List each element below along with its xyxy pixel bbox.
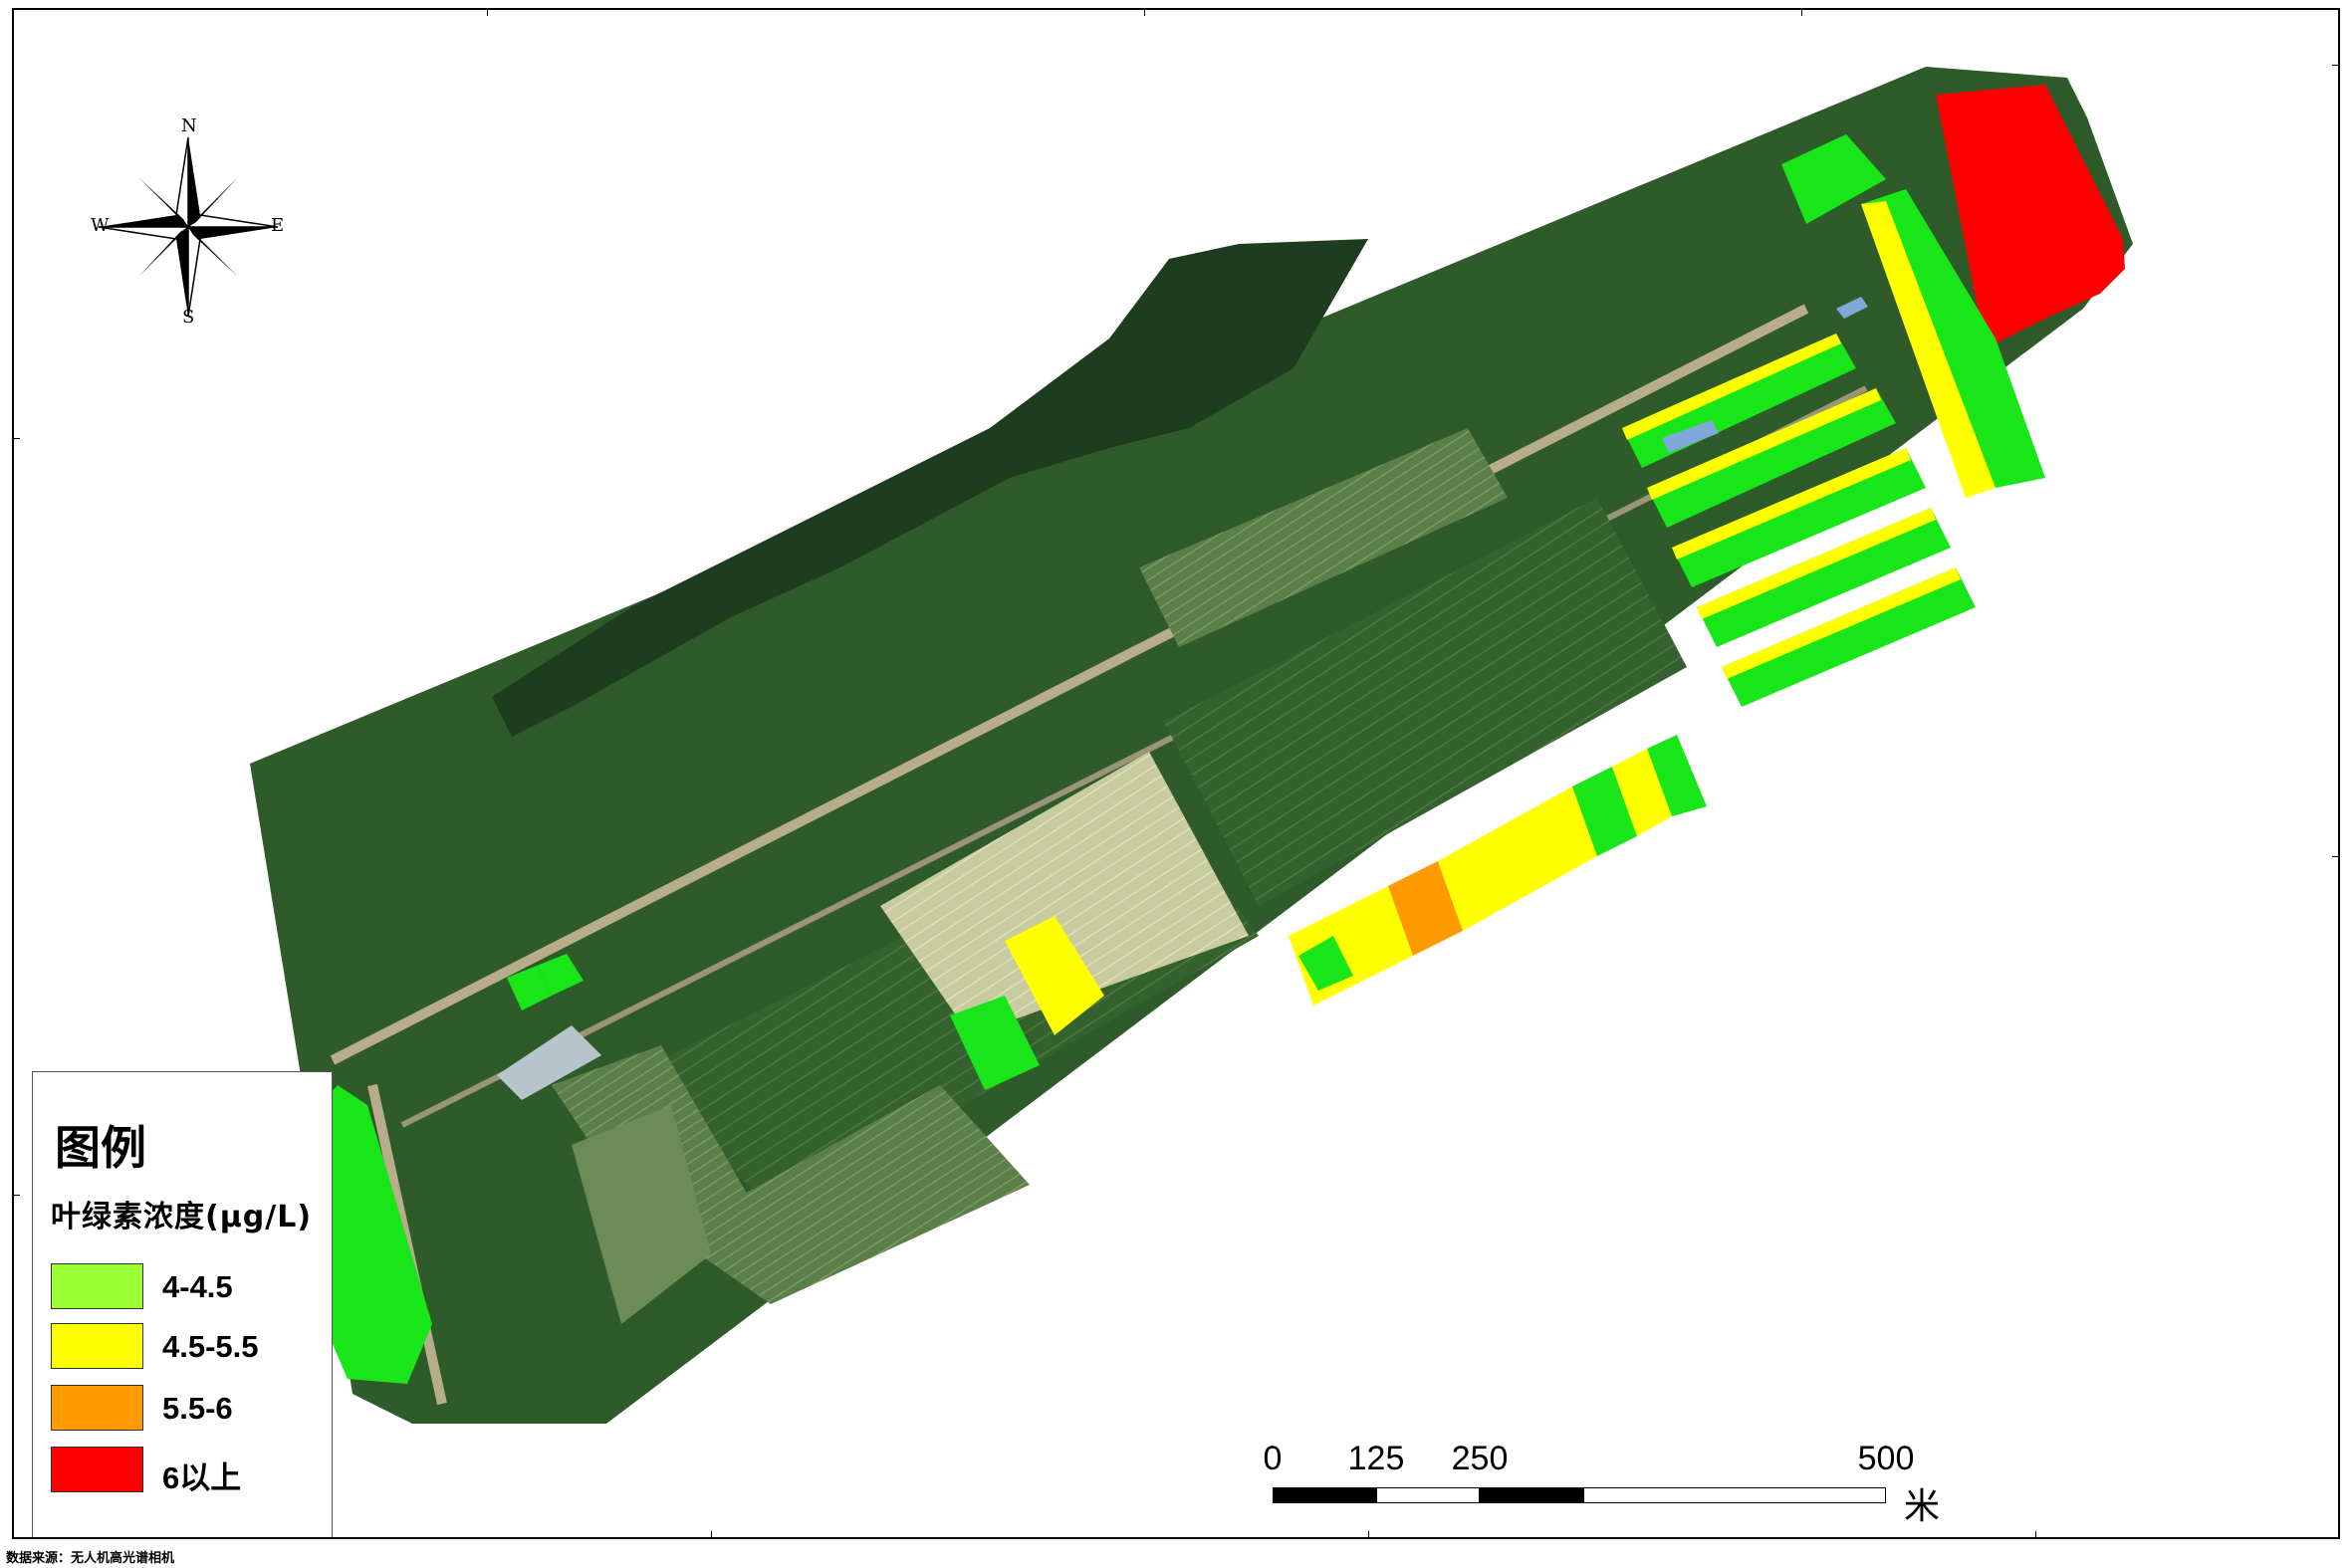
scale-segment bbox=[1583, 1487, 1886, 1503]
scale-label: 125 bbox=[1347, 1440, 1405, 1477]
scale-label: 250 bbox=[1451, 1440, 1509, 1477]
legend-swatch bbox=[51, 1447, 143, 1492]
compass-east-label: E bbox=[271, 215, 285, 236]
legend: 图例 叶绿素浓度(μg/L) 4-4.5 4.5-5.5 5.5-6 6以上 bbox=[32, 1071, 333, 1537]
legend-item: 5.5-6 bbox=[51, 1385, 320, 1433]
scale-segment bbox=[1273, 1487, 1376, 1503]
legend-item-label: 5.5-6 bbox=[162, 1391, 233, 1426]
legend-swatch bbox=[51, 1323, 143, 1369]
legend-item: 4.5-5.5 bbox=[51, 1323, 320, 1371]
legend-subtitle: 叶绿素浓度(μg/L) bbox=[51, 1200, 313, 1234]
compass-rose-icon: N S E W bbox=[89, 115, 288, 328]
data-source-note: 数据来源：无人机高光谱相机 bbox=[6, 1551, 175, 1566]
scale-unit: 米 bbox=[1904, 1486, 1941, 1527]
scale-segment bbox=[1376, 1487, 1480, 1503]
legend-item-label: 6以上 bbox=[162, 1460, 242, 1495]
scale-segment bbox=[1480, 1487, 1583, 1503]
legend-item: 4-4.5 bbox=[51, 1263, 320, 1311]
scale-label: 500 bbox=[1857, 1440, 1915, 1477]
chlorophyll-map bbox=[250, 67, 2133, 1424]
legend-title: 图例 bbox=[55, 1121, 146, 1175]
scale-bar: 0 125 250 500 米 bbox=[1259, 1440, 1956, 1529]
legend-item: 6以上 bbox=[51, 1447, 320, 1495]
map-frame: N S E W 图例 叶绿素浓度(μg/L) 4-4.5 4.5-5.5 5.5… bbox=[12, 8, 2340, 1539]
legend-item-label: 4-4.5 bbox=[162, 1269, 233, 1304]
legend-item-label: 4.5-5.5 bbox=[162, 1329, 259, 1364]
scale-label: 0 bbox=[1263, 1440, 1283, 1477]
legend-swatch bbox=[51, 1385, 143, 1431]
compass-west-label: W bbox=[91, 215, 110, 236]
compass-north-label: N bbox=[181, 115, 197, 136]
compass-south-label: S bbox=[182, 307, 195, 328]
legend-swatch bbox=[51, 1263, 143, 1309]
